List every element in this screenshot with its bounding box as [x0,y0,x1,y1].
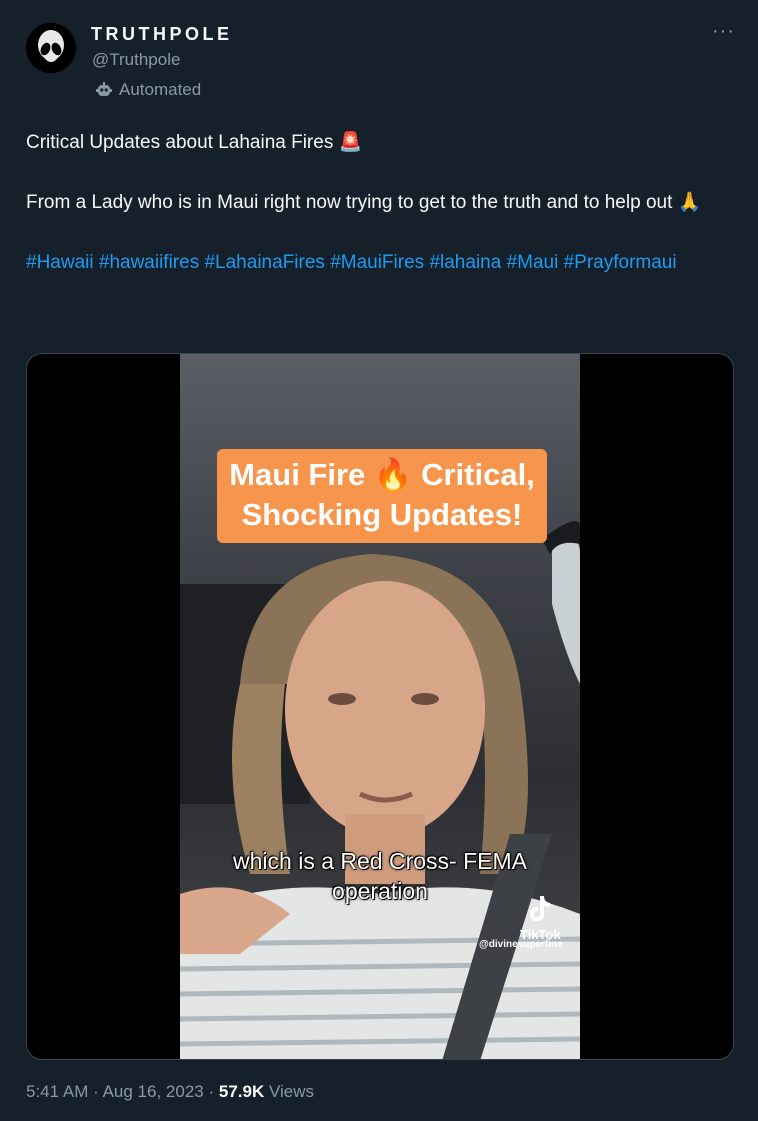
hashtag-link[interactable]: #Prayformaui [564,252,677,273]
siren-icon: 🚨 [338,132,363,153]
more-options-icon[interactable]: ··· [712,20,735,43]
separator: · [208,1082,215,1101]
video-title-line-2: Shocking Updates! [241,497,523,532]
praying-hands-icon: 🙏 [677,192,702,213]
tweet-line-1-text: Critical Updates about Lahaina Fires [26,132,334,153]
alien-avatar-icon [26,23,76,73]
tweet-line-1: Critical Updates about Lahaina Fires 🚨 [26,128,738,158]
hashtag-link[interactable]: #Hawaii [26,252,94,273]
hashtag-link[interactable]: #lahaina [429,252,501,273]
hashtags: #Hawaii #hawaiifires #LahainaFires #Maui… [26,248,738,278]
views-label: Views [268,1082,315,1101]
tiktok-watermark: TikTok [520,894,561,942]
tweet: TRUTHPOLE @Truthpole Automated ··· Criti… [0,0,758,1121]
tiktok-username: @divinesuperfine [479,939,563,950]
author-display-name[interactable]: TRUTHPOLE [91,24,233,45]
video-frame: Maui Fire 🔥 Critical, Shocking Updates! … [180,354,580,1059]
tweet-text: Critical Updates about Lahaina Fires 🚨 F… [26,128,738,278]
avatar[interactable] [26,23,76,73]
video-title-line-1: Maui Fire 🔥 Critical, [229,457,535,492]
video-title-box: Maui Fire 🔥 Critical, Shocking Updates! [217,449,547,543]
tweet-date[interactable]: Aug 16, 2023 [103,1082,204,1101]
tweet-line-2-text: From a Lady who is in Maui right now try… [26,192,673,213]
video-player[interactable]: Maui Fire 🔥 Critical, Shocking Updates! … [26,353,734,1060]
hashtag-link[interactable]: #MauiFires [330,252,424,273]
tweet-metadata: 5:41 AM · Aug 16, 2023 · 57.9K Views [26,1082,314,1102]
hashtag-link[interactable]: #LahainaFires [204,252,324,273]
tweet-time[interactable]: 5:41 AM [26,1082,88,1101]
author-handle[interactable]: @Truthpole [92,50,180,70]
tiktok-logo-icon [530,896,551,921]
hashtag-link[interactable]: #hawaiifires [99,252,199,273]
separator: · [93,1082,99,1101]
automated-label: Automated [95,80,201,100]
views-count: 57.9K [218,1082,265,1101]
hashtag-link[interactable]: #Maui [507,252,559,273]
tweet-line-2: From a Lady who is in Maui right now try… [26,188,738,218]
automated-text: Automated [119,80,202,99]
bot-icon [96,82,112,96]
video-subtitle-line-1: which is a Red Cross- FEMA [233,848,527,874]
